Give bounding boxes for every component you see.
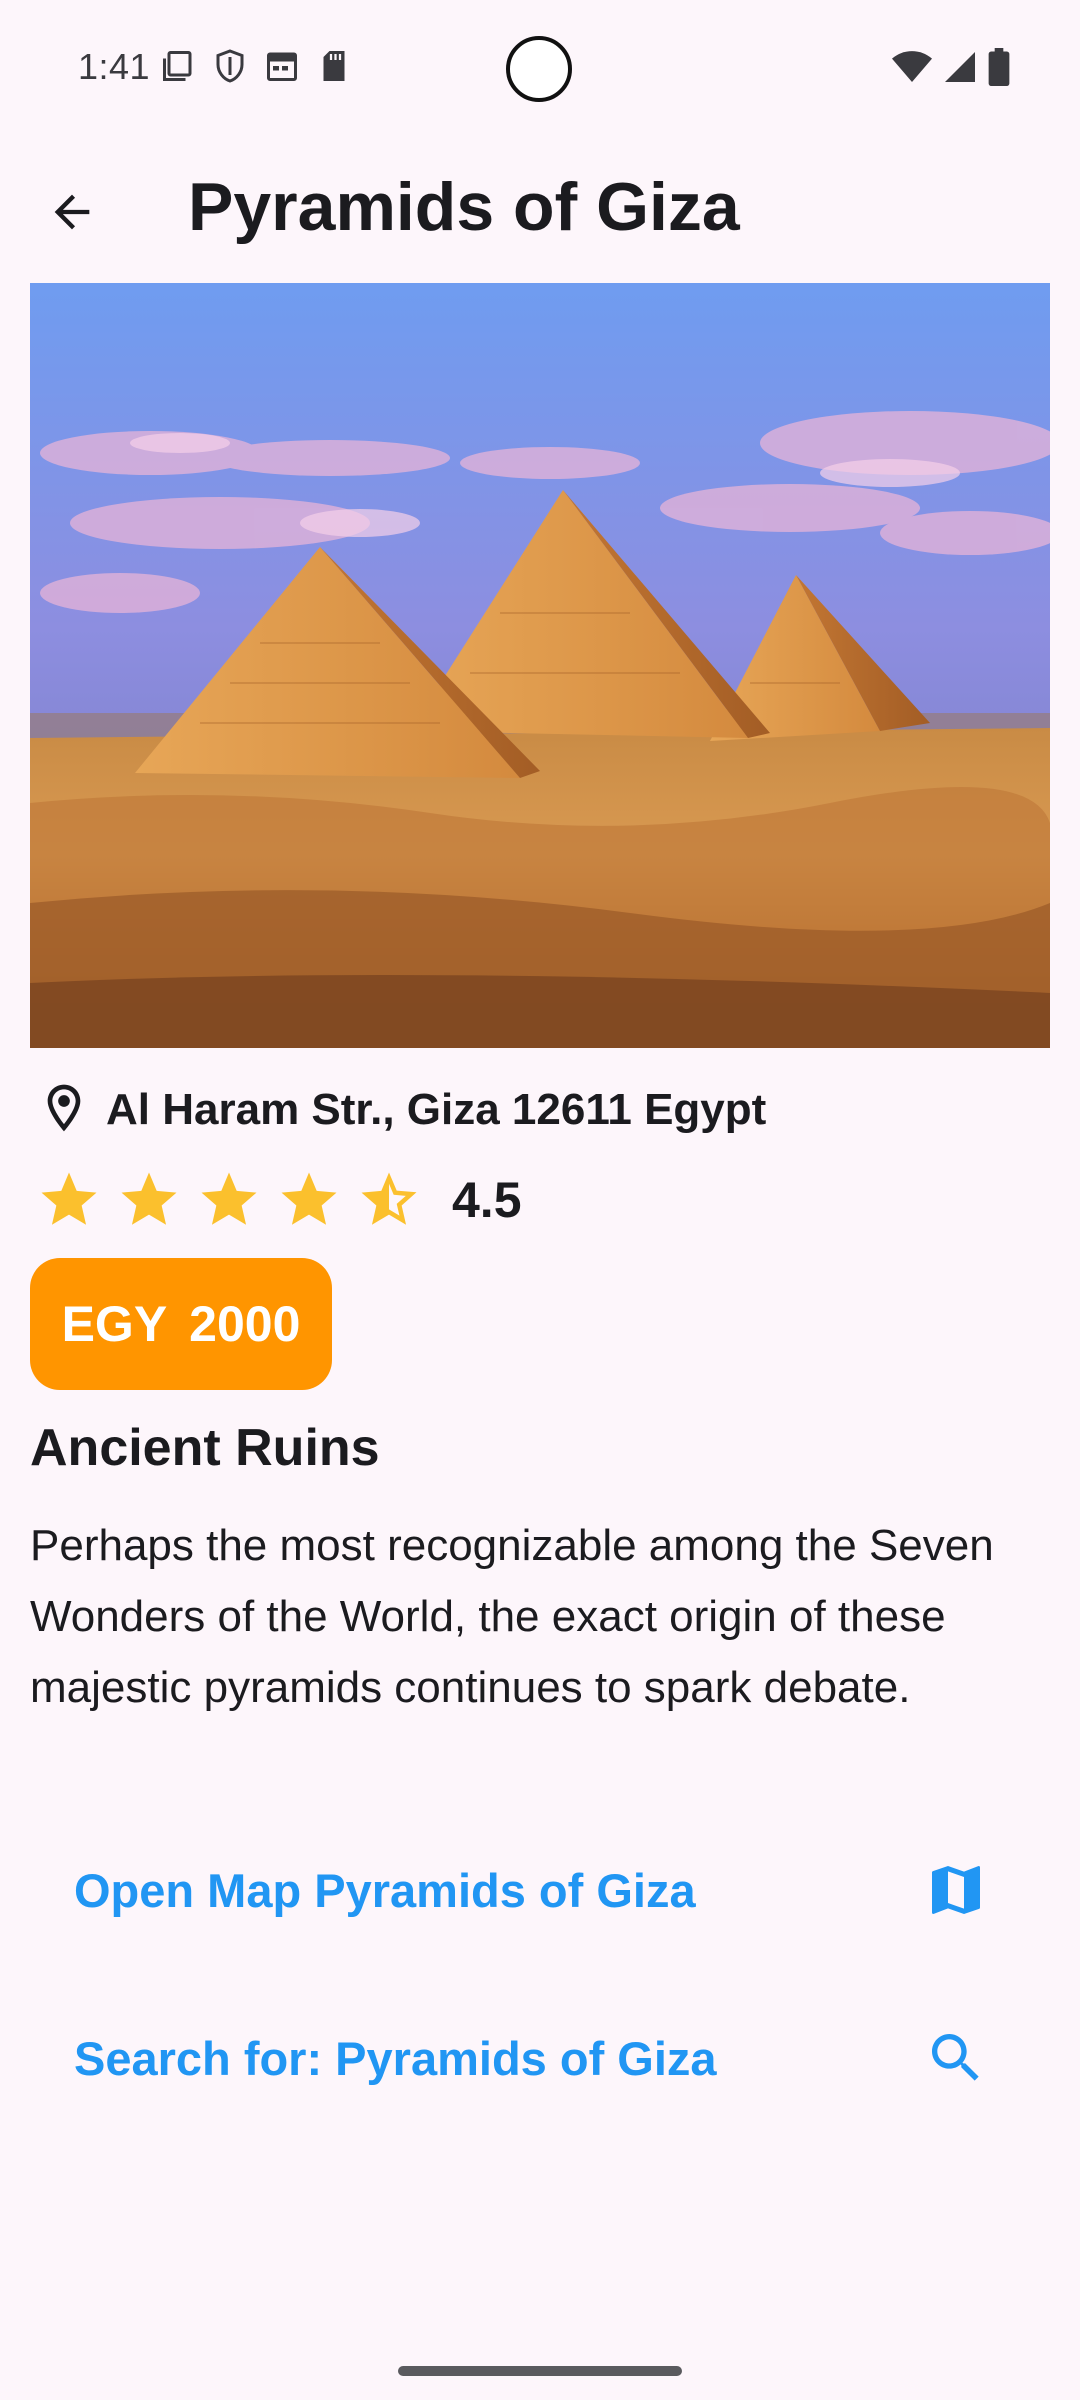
star-full-icon: [116, 1167, 182, 1233]
gesture-bar[interactable]: [398, 2366, 682, 2376]
screen-icon: [160, 48, 196, 84]
battery-icon: [988, 48, 1010, 91]
price-chip: EGY 2000: [30, 1258, 332, 1390]
search-button[interactable]: Search for: Pyramids of Giza: [30, 1993, 1050, 2123]
shield-icon: [212, 48, 248, 84]
star-full-icon: [196, 1167, 262, 1233]
location-pin-icon: [36, 1080, 92, 1141]
pyramids-illustration: [30, 283, 1050, 1048]
price-amount: 2000: [189, 1296, 301, 1352]
map-icon: [924, 1858, 988, 1922]
app-bar: Pyramids of Giza: [0, 150, 1080, 270]
sd-card-icon: [316, 48, 352, 84]
search-icon: [924, 2026, 988, 2090]
star-full-icon: [276, 1167, 342, 1233]
open-map-label: Open Map Pyramids of Giza: [74, 1863, 696, 1917]
rating-stars: [36, 1167, 422, 1233]
price-currency: EGY: [61, 1296, 168, 1352]
screen: 1:41 Pyramids of Giza Al Haram Str., Giz…: [0, 0, 1080, 2400]
status-time: 1:41: [78, 46, 151, 87]
camera-cutout: [506, 36, 572, 102]
back-button[interactable]: [30, 172, 114, 256]
hero-image: [30, 283, 1050, 1048]
star-full-icon: [36, 1167, 102, 1233]
status-bar: 1:41: [0, 0, 1080, 130]
signal-icon: [942, 49, 978, 90]
calendar-icon: [264, 48, 300, 84]
status-icons-right: [892, 48, 1010, 91]
category-label: Ancient Ruins: [30, 1419, 380, 1477]
arrow-back-icon: [46, 186, 98, 243]
location-row: Al Haram Str., Giza 12611 Egypt: [36, 1078, 766, 1142]
location-address: Al Haram Str., Giza 12611 Egypt: [106, 1085, 767, 1134]
star-half-icon: [356, 1167, 422, 1233]
status-icons-left: [160, 48, 352, 84]
description-text: Perhaps the most recognizable among the …: [30, 1521, 994, 1712]
wifi-icon: [892, 49, 932, 90]
rating-row: 4.5: [36, 1168, 522, 1232]
page-title: Pyramids of Giza: [188, 169, 740, 245]
rating-value: 4.5: [452, 1172, 522, 1228]
open-map-button[interactable]: Open Map Pyramids of Giza: [30, 1825, 1050, 1955]
search-label: Search for: Pyramids of Giza: [74, 2031, 717, 2085]
